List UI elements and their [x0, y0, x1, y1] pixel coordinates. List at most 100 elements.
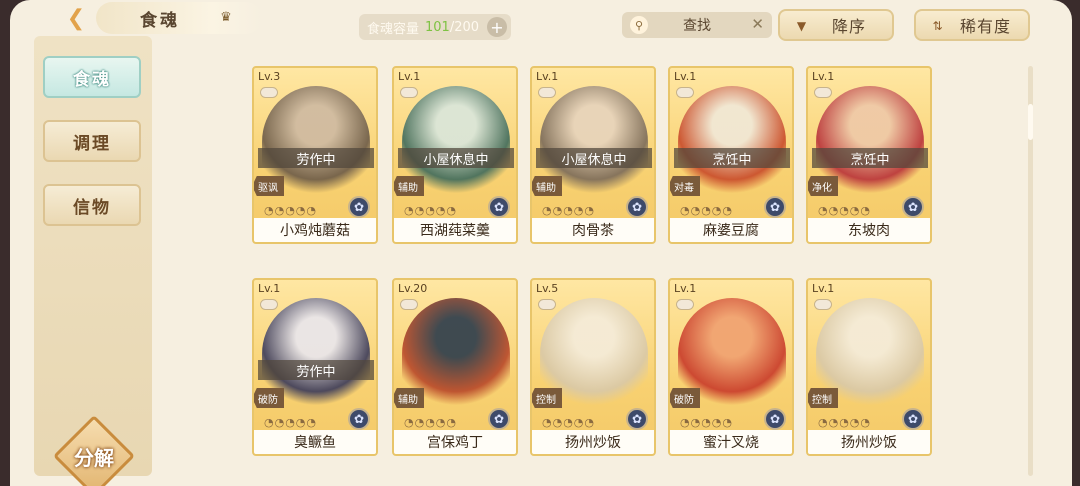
element-badge-icon: ✿: [902, 196, 924, 218]
search-input[interactable]: ⚲ 查找 ✕: [622, 12, 772, 38]
eye-icon: [400, 87, 418, 98]
food-soul-card[interactable]: Lv.5 控制 ◔◔◔◔◔ ✿ 扬州炒饭: [530, 278, 656, 456]
card-name: 扬州炒饭: [532, 430, 654, 454]
search-placeholder: 查找: [683, 18, 711, 34]
card-level: Lv.1: [674, 70, 697, 83]
eye-icon: [814, 299, 832, 310]
tab-food-soul-label: 食魂: [73, 69, 111, 90]
card-role: 破防: [254, 388, 284, 408]
card-level: Lv.1: [812, 282, 835, 295]
decompose-label: 分解: [74, 445, 114, 470]
eye-icon: [260, 299, 278, 310]
eye-icon: [400, 299, 418, 310]
eye-icon: [676, 87, 694, 98]
card-name: 西湖莼菜羹: [394, 218, 516, 242]
food-soul-card[interactable]: Lv.1 劳作中 破防 ◔◔◔◔◔ ✿ 臭鳜鱼: [252, 278, 378, 456]
card-name: 蜜汁叉烧: [670, 430, 792, 454]
card-role: 破防: [670, 388, 700, 408]
triangle-down-icon: ▼: [796, 19, 808, 33]
card-name: 臭鳜鱼: [254, 430, 376, 454]
crown-icon[interactable]: ♛: [218, 10, 234, 25]
card-role: 控制: [532, 388, 562, 408]
star-rating: ◔◔◔◔◔: [680, 416, 733, 429]
add-capacity-button[interactable]: +: [487, 17, 507, 37]
card-role: 净化: [808, 176, 838, 196]
card-role: 对毒: [670, 176, 700, 196]
star-rating: ◔◔◔◔◔: [818, 204, 871, 217]
card-name: 小鸡炖蘑菇: [254, 218, 376, 242]
eye-icon: [538, 299, 556, 310]
sort-desc-label: 降序: [832, 17, 867, 36]
food-soul-card[interactable]: Lv.1 破防 ◔◔◔◔◔ ✿ 蜜汁叉烧: [668, 278, 794, 456]
card-role: 辅助: [394, 388, 424, 408]
card-level: Lv.1: [398, 70, 421, 83]
card-status: 劳作中: [258, 148, 374, 168]
sort-desc-button[interactable]: ▼ 降序: [778, 9, 894, 41]
star-rating: ◔◔◔◔◔: [264, 416, 317, 429]
element-badge-icon: ✿: [626, 196, 648, 218]
star-rating: ◔◔◔◔◔: [818, 416, 871, 429]
food-soul-card[interactable]: Lv.1 控制 ◔◔◔◔◔ ✿ 扬州炒饭: [806, 278, 932, 456]
tab-food-soul[interactable]: 食魂: [43, 56, 141, 98]
card-name: 扬州炒饭: [808, 430, 930, 454]
tab-conditioning[interactable]: 调理: [43, 120, 141, 162]
star-rating: ◔◔◔◔◔: [404, 416, 457, 429]
decompose-button[interactable]: 分解: [52, 414, 136, 486]
card-level: Lv.1: [674, 282, 697, 295]
star-rating: ◔◔◔◔◔: [404, 204, 457, 217]
scroll-thumb[interactable]: [1028, 104, 1033, 140]
capacity-current: 101: [425, 19, 450, 35]
tab-conditioning-label: 调理: [73, 133, 111, 154]
tab-keepsake[interactable]: 信物: [43, 184, 141, 226]
eye-icon: [260, 87, 278, 98]
element-badge-icon: ✿: [348, 196, 370, 218]
element-badge-icon: ✿: [348, 408, 370, 430]
element-badge-icon: ✿: [626, 408, 648, 430]
top-bar: ❮ 食魂 ♛ 食魂容量 101 / 200 + ⚲ 查找 ✕ ▼ 降序 ⇅ 稀有…: [10, 0, 1072, 46]
card-role: 辅助: [394, 176, 424, 196]
food-soul-card[interactable]: Lv.1 小屋休息中 辅助 ◔◔◔◔◔ ✿ 西湖莼菜羹: [392, 66, 518, 244]
card-role: 辅助: [532, 176, 562, 196]
close-icon[interactable]: ✕: [751, 15, 764, 33]
scrollbar[interactable]: [1028, 66, 1033, 476]
card-level: Lv.1: [536, 70, 559, 83]
chevron-left-icon: ❮: [66, 5, 86, 31]
element-badge-icon: ✿: [902, 408, 924, 430]
food-soul-card[interactable]: Lv.1 烹饪中 净化 ◔◔◔◔◔ ✿ 东坡肉: [806, 66, 932, 244]
main-panel: ❮ 食魂 ♛ 食魂容量 101 / 200 + ⚲ 查找 ✕ ▼ 降序 ⇅ 稀有…: [10, 0, 1072, 486]
food-soul-card[interactable]: Lv.3 劳作中 驱讽 ◔◔◔◔◔ ✿ 小鸡炖蘑菇: [252, 66, 378, 244]
food-soul-card[interactable]: Lv.1 小屋休息中 辅助 ◔◔◔◔◔ ✿ 肉骨茶: [530, 66, 656, 244]
sort-rarity-label: 稀有度: [960, 17, 1012, 36]
star-rating: ◔◔◔◔◔: [680, 204, 733, 217]
eye-icon: [814, 87, 832, 98]
sort-rarity-button[interactable]: ⇅ 稀有度: [914, 9, 1030, 41]
star-rating: ◔◔◔◔◔: [542, 416, 595, 429]
sort-arrows-icon: ⇅: [932, 19, 944, 33]
eye-icon: [538, 87, 556, 98]
capacity-max: 200: [454, 19, 480, 35]
element-badge-icon: ✿: [764, 196, 786, 218]
card-level: Lv.5: [536, 282, 559, 295]
tab-keepsake-label: 信物: [73, 197, 111, 218]
element-badge-icon: ✿: [764, 408, 786, 430]
food-soul-card[interactable]: Lv.20 辅助 ◔◔◔◔◔ ✿ 宫保鸡丁: [392, 278, 518, 456]
card-name: 宫保鸡丁: [394, 430, 516, 454]
page-title: 食魂: [96, 2, 262, 34]
star-rating: ◔◔◔◔◔: [542, 204, 595, 217]
food-soul-card[interactable]: Lv.1 烹饪中 对毒 ◔◔◔◔◔ ✿ 麻婆豆腐: [668, 66, 794, 244]
capacity-display: 食魂容量 101 / 200 +: [359, 14, 511, 40]
sidebar: 食魂 调理 信物 分解: [34, 36, 152, 486]
card-status: 劳作中: [258, 360, 374, 380]
card-name: 麻婆豆腐: [670, 218, 792, 242]
food-soul-grid: Lv.3 劳作中 驱讽 ◔◔◔◔◔ ✿ 小鸡炖蘑菇 Lv.1 小屋休息中 辅助 …: [252, 66, 952, 476]
star-rating: ◔◔◔◔◔: [264, 204, 317, 217]
card-name: 东坡肉: [808, 218, 930, 242]
card-level: Lv.1: [258, 282, 281, 295]
element-badge-icon: ✿: [488, 196, 510, 218]
card-status: 小屋休息中: [398, 148, 514, 168]
capacity-label: 食魂容量: [367, 21, 420, 37]
eye-icon: [676, 299, 694, 310]
card-level: Lv.20: [398, 282, 428, 295]
card-role: 驱讽: [254, 176, 284, 196]
card-level: Lv.3: [258, 70, 281, 83]
